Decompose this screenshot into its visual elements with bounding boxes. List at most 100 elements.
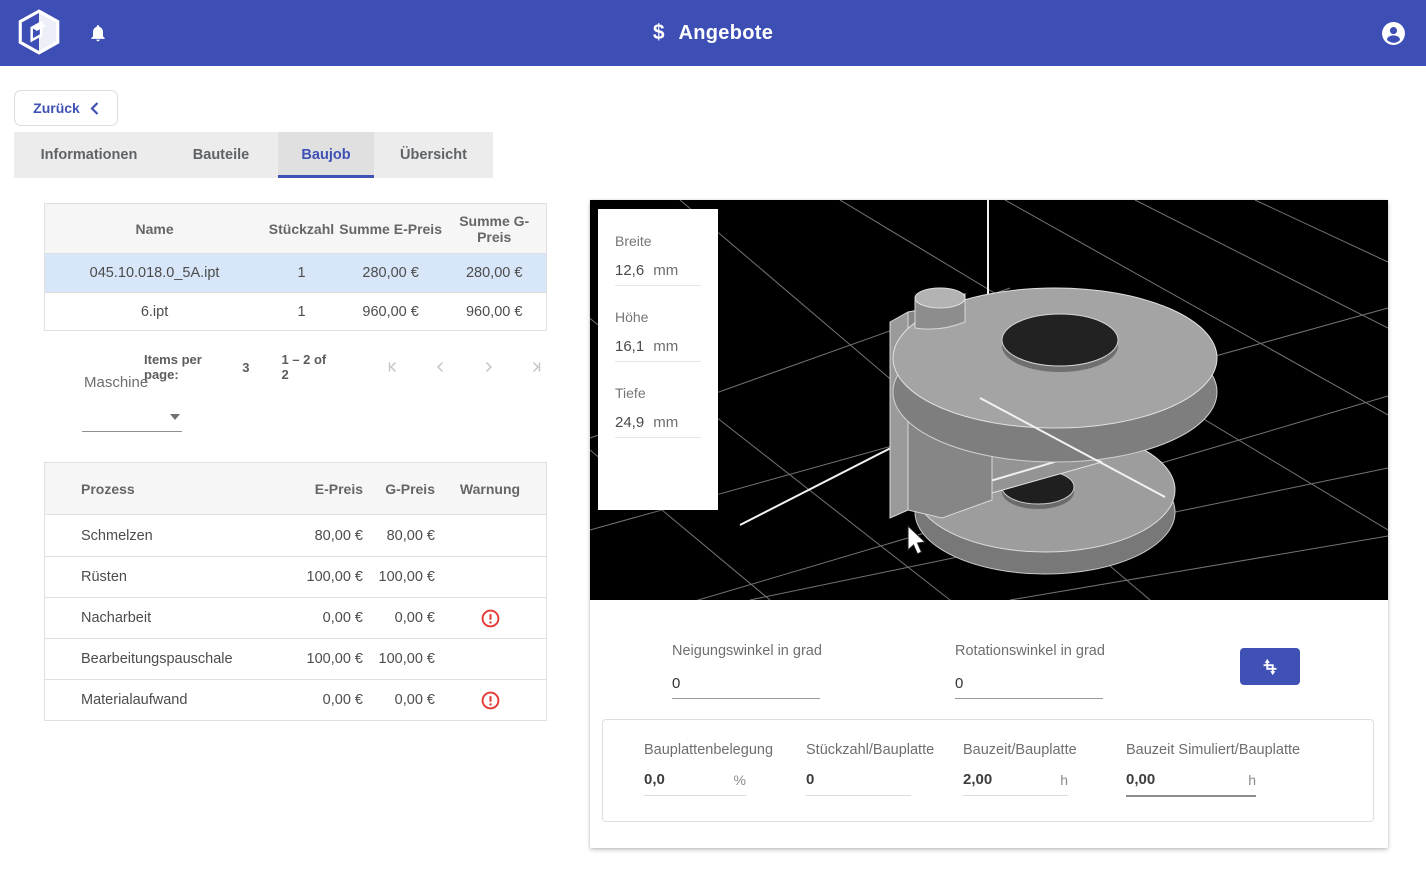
cell-e-preis: 80,00 € — [245, 528, 363, 544]
items-per-page-value[interactable]: 3 — [242, 360, 249, 375]
back-button-label: Zurück — [33, 100, 80, 116]
table-row[interactable]: 6.ipt 1 960,00 € 960,00 € — [45, 292, 546, 330]
cell-name: 045.10.018.0_5A.ipt — [45, 265, 264, 281]
col-header-warnung: Warnung — [435, 481, 545, 497]
baujob-panel: Breite 12,6 mm Höhe 16,1 mm Tiefe — [590, 200, 1388, 848]
cell-sum-g: 280,00 € — [442, 265, 546, 281]
col-header-e-preis: E-Preis — [245, 481, 363, 497]
cell-g-preis: 0,00 € — [363, 610, 435, 626]
cell-g-preis: 100,00 € — [363, 651, 435, 667]
machine-select[interactable] — [82, 402, 182, 432]
parts-table: Name Stückzahl Summe E-Preis Summe G-Pre… — [44, 203, 547, 331]
breite-field[interactable]: 12,6 mm — [615, 262, 701, 286]
stueckzahl-bauplatte-label: Stückzahl/Bauplatte — [806, 742, 934, 758]
table-row[interactable]: Rüsten 100,00 € 100,00 € — [45, 556, 546, 597]
cell-process: Bearbeitungspauschale — [45, 651, 245, 667]
hoehe-label: Höhe — [615, 309, 718, 325]
hoehe-value: 16,1 — [615, 338, 644, 355]
breite-unit: mm — [653, 262, 678, 279]
bauzeit-simuliert-label: Bauzeit Simuliert/Bauplatte — [1126, 742, 1300, 758]
next-page-button[interactable] — [477, 355, 500, 379]
col-header-summe-g-preis: Summe G-Preis — [442, 213, 546, 245]
cell-g-preis: 0,00 € — [363, 692, 435, 708]
tab-baujob[interactable]: Baujob — [278, 132, 374, 178]
rotationswinkel-input[interactable] — [955, 673, 1103, 699]
table-row[interactable]: 045.10.018.0_5A.ipt 1 280,00 € 280,00 € — [45, 254, 546, 292]
items-per-page-label: Items per page: — [144, 352, 236, 382]
warning-icon — [481, 691, 500, 710]
rotationswinkel-label: Rotationswinkel in grad — [955, 643, 1105, 659]
bauzeit-bauplatte-label: Bauzeit/Bauplatte — [963, 742, 1077, 758]
app-window: $ Angebote Zurück Informationen Bauteile… — [0, 0, 1426, 882]
bauzeit-simuliert-unit: h — [1248, 772, 1256, 788]
warning-icon — [481, 609, 500, 628]
parts-table-header: Name Stückzahl Summe E-Preis Summe G-Pre… — [45, 204, 546, 254]
hoehe-field[interactable]: 16,1 mm — [615, 338, 701, 362]
bauzeit-simuliert-field[interactable]: 0,00 h — [1126, 771, 1256, 797]
page-title-text: Angebote — [679, 22, 774, 45]
first-page-icon — [385, 358, 403, 376]
table-row[interactable]: Bearbeitungspauschale 100,00 € 100,00 € — [45, 638, 546, 679]
tiefe-field[interactable]: 24,9 mm — [615, 414, 701, 438]
crop-rotate-icon — [1259, 656, 1281, 678]
bauplatte-stats-box: Bauplattenbelegung 0,0 % Stückzahl/Baupl… — [602, 719, 1374, 822]
col-header-summe-e-preis: Summe E-Preis — [339, 221, 443, 237]
cell-e-preis: 0,00 € — [245, 610, 363, 626]
cell-sum-e: 280,00 € — [339, 265, 443, 281]
previous-page-button[interactable] — [430, 355, 453, 379]
tiefe-unit: mm — [653, 414, 678, 431]
chevron-left-icon — [90, 102, 99, 115]
col-header-prozess: Prozess — [45, 481, 245, 497]
cell-qty: 1 — [264, 304, 339, 320]
cell-qty: 1 — [264, 265, 339, 281]
last-page-button[interactable] — [524, 355, 547, 379]
bauplattenbelegung-field[interactable]: 0,0 % — [644, 771, 746, 796]
neigungswinkel-input[interactable] — [672, 673, 820, 699]
breite-value: 12,6 — [615, 262, 644, 279]
cell-name: 6.ipt — [45, 304, 264, 320]
cell-e-preis: 100,00 € — [245, 651, 363, 667]
cell-g-preis: 100,00 € — [363, 569, 435, 585]
bauplattenbelegung-unit: % — [734, 772, 746, 788]
table-row[interactable]: Schmelzen 80,00 € 80,00 € — [45, 515, 546, 556]
page-title: $ Angebote — [0, 0, 1426, 66]
chevron-left-icon — [432, 358, 450, 376]
bauzeit-simuliert-value: 0,00 — [1126, 771, 1155, 788]
bauzeit-bauplatte-unit: h — [1060, 772, 1068, 788]
back-button[interactable]: Zurück — [14, 90, 118, 126]
cell-sum-e: 960,00 € — [339, 304, 443, 320]
apply-orientation-button[interactable] — [1240, 648, 1300, 685]
dimensions-overlay: Breite 12,6 mm Höhe 16,1 mm Tiefe — [598, 209, 718, 510]
bauplattenbelegung-label: Bauplattenbelegung — [644, 742, 773, 758]
table-row[interactable]: Materialaufwand 0,00 € 0,00 € — [45, 679, 546, 720]
cell-e-preis: 100,00 € — [245, 569, 363, 585]
process-table-header: Prozess E-Preis G-Preis Warnung — [45, 463, 546, 515]
tab-uebersicht[interactable]: Übersicht — [374, 132, 493, 178]
tab-informationen[interactable]: Informationen — [14, 132, 164, 178]
first-page-button[interactable] — [383, 355, 406, 379]
breite-label: Breite — [615, 233, 718, 249]
bauzeit-bauplatte-field[interactable]: 2,00 h — [963, 771, 1068, 796]
chevron-right-icon — [479, 358, 497, 376]
cell-process: Rüsten — [45, 569, 245, 585]
bauzeit-bauplatte-value: 2,00 — [963, 771, 992, 788]
stueckzahl-bauplatte-field[interactable]: 0 — [806, 771, 911, 796]
table-row[interactable]: Nacharbeit 0,00 € 0,00 € — [45, 597, 546, 638]
3d-viewport[interactable]: Breite 12,6 mm Höhe 16,1 mm Tiefe — [590, 200, 1388, 600]
top-app-bar: $ Angebote — [0, 0, 1426, 66]
stueckzahl-bauplatte-value: 0 — [806, 771, 814, 788]
cell-process: Materialaufwand — [45, 692, 245, 708]
tiefe-value: 24,9 — [615, 414, 644, 431]
col-header-g-preis: G-Preis — [363, 481, 435, 497]
paginator-range-label: 1 – 2 of 2 — [281, 352, 334, 382]
user-avatar-icon[interactable] — [1381, 21, 1406, 46]
tiefe-label: Tiefe — [615, 385, 718, 401]
col-header-name: Name — [45, 221, 264, 237]
tab-bar: Informationen Bauteile Baujob Übersicht — [14, 132, 493, 178]
dropdown-arrow-icon — [170, 414, 180, 420]
cell-sum-g: 960,00 € — [442, 304, 546, 320]
tab-bauteile[interactable]: Bauteile — [164, 132, 278, 178]
neigungswinkel-label: Neigungswinkel in grad — [672, 643, 822, 659]
cell-process: Nacharbeit — [45, 610, 245, 626]
process-table: Prozess E-Preis G-Preis Warnung Schmelze… — [44, 462, 547, 721]
